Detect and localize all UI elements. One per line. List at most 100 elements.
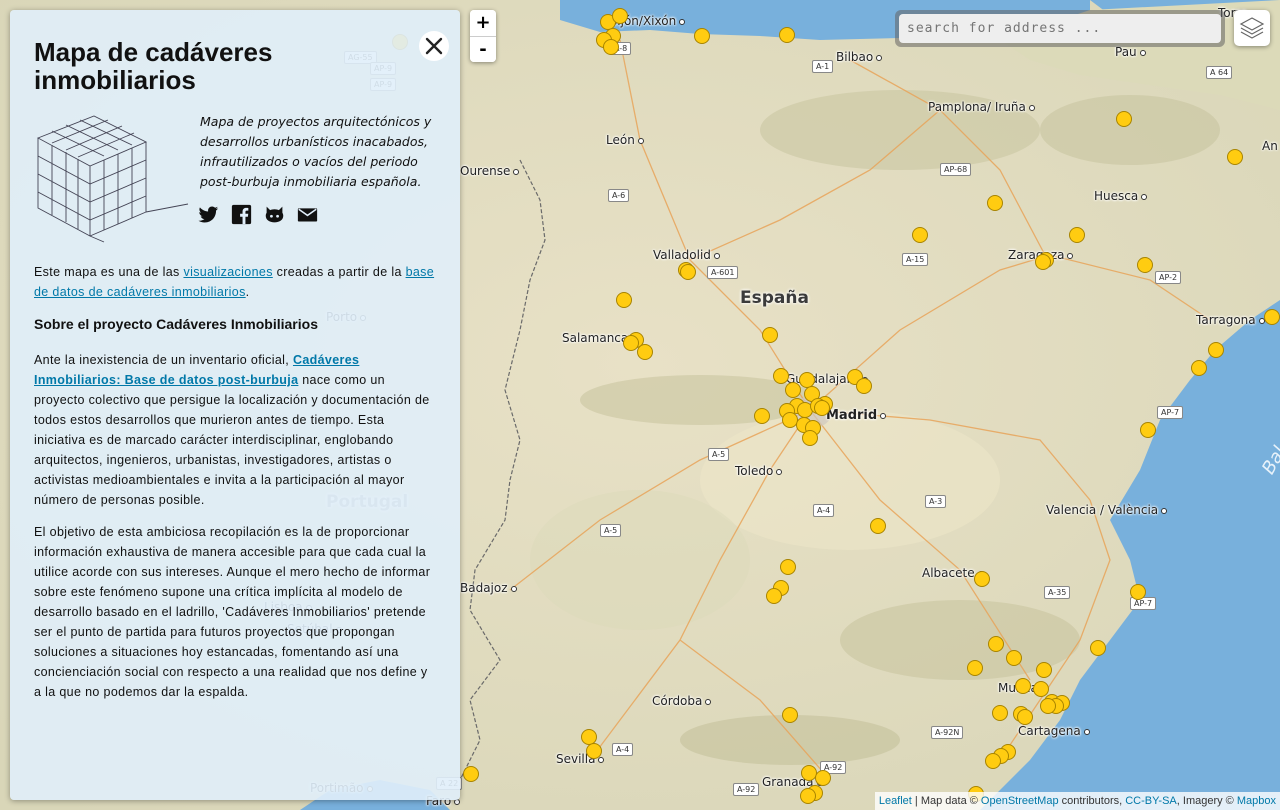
location-marker[interactable] — [1006, 650, 1022, 666]
layers-icon — [1239, 17, 1265, 39]
map-description: Mapa de proyectos arquitectónicos y desa… — [200, 114, 432, 189]
location-marker[interactable] — [1036, 662, 1052, 678]
layers-button[interactable] — [1234, 10, 1270, 46]
road-shield: A-1 — [812, 60, 834, 73]
location-marker[interactable] — [1090, 640, 1106, 656]
location-marker[interactable] — [762, 327, 778, 343]
location-marker[interactable] — [603, 39, 619, 55]
road-shield: A-3 — [925, 495, 947, 508]
location-marker[interactable] — [1040, 698, 1056, 714]
attribution-text: , Imagery © — [1176, 795, 1237, 807]
location-marker[interactable] — [637, 344, 653, 360]
mapbox-link[interactable]: Mapbox — [1237, 795, 1276, 807]
city-label: Pau — [1115, 45, 1146, 59]
location-marker[interactable] — [1137, 257, 1153, 273]
location-marker[interactable] — [680, 264, 696, 280]
search-input[interactable] — [899, 14, 1221, 43]
road-shield: A-5 — [708, 448, 730, 461]
location-marker[interactable] — [1191, 360, 1207, 376]
location-marker[interactable] — [1035, 254, 1051, 270]
sidebar-body: Este mapa es una de las visualizaciones … — [34, 262, 436, 702]
leaflet-link[interactable]: Leaflet — [879, 795, 912, 807]
road-shield: A-15 — [902, 253, 929, 266]
city-label: Cartagena — [1018, 724, 1090, 738]
location-marker[interactable] — [773, 368, 789, 384]
location-marker[interactable] — [988, 636, 1004, 652]
twitter-icon[interactable] — [198, 204, 219, 225]
location-marker[interactable] — [616, 292, 632, 308]
location-marker[interactable] — [974, 571, 990, 587]
page-title: Mapa de cadáveres inmobiliarios — [34, 37, 273, 95]
road-shield: A-4 — [612, 743, 634, 756]
location-marker[interactable] — [992, 705, 1008, 721]
location-marker[interactable] — [800, 788, 816, 804]
location-marker[interactable] — [987, 195, 1003, 211]
location-marker[interactable] — [785, 382, 801, 398]
intro-block: Mapa de proyectos arquitectónicos y desa… — [34, 112, 436, 262]
road-shield: AP-2 — [1155, 271, 1182, 284]
road-shield: A-92 — [733, 783, 760, 796]
city-label: Madrid — [826, 408, 887, 423]
city-label: Badajoz — [460, 581, 517, 595]
location-marker[interactable] — [856, 378, 872, 394]
text: nace como un proyecto colectivo que pers… — [34, 373, 430, 507]
location-marker[interactable] — [870, 518, 886, 534]
city-label: Bilbao — [836, 50, 883, 64]
location-marker[interactable] — [766, 588, 782, 604]
city-label: Pamplona/ Iruña — [928, 100, 1035, 114]
location-marker[interactable] — [1227, 149, 1243, 165]
location-marker[interactable] — [463, 766, 479, 782]
location-marker[interactable] — [1017, 709, 1033, 725]
city-label: An — [1262, 139, 1278, 153]
osm-link[interactable]: OpenStreetMap — [981, 795, 1059, 807]
location-marker[interactable] — [1140, 422, 1156, 438]
zoom-in-button[interactable]: + — [470, 10, 496, 36]
building-skeleton-icon — [36, 115, 189, 243]
road-shield: AP-68 — [940, 163, 972, 176]
city-label: Córdoba — [652, 694, 712, 708]
visualizations-link[interactable]: visualizaciones — [183, 265, 272, 279]
location-marker[interactable] — [1130, 584, 1146, 600]
location-marker[interactable] — [814, 400, 830, 416]
road-shield: A-601 — [707, 266, 739, 279]
license-link[interactable]: CC-BY-SA — [1125, 795, 1177, 807]
mail-icon[interactable] — [297, 204, 318, 225]
location-marker[interactable] — [780, 559, 796, 575]
location-marker[interactable] — [1069, 227, 1085, 243]
social-links — [198, 204, 318, 225]
location-marker[interactable] — [779, 27, 795, 43]
location-marker[interactable] — [1208, 342, 1224, 358]
location-marker[interactable] — [912, 227, 928, 243]
city-label: León — [606, 133, 644, 147]
intro-paragraph: Este mapa es una de las visualizaciones … — [34, 262, 436, 302]
location-marker[interactable] — [802, 430, 818, 446]
zoom-control: + - — [470, 10, 496, 62]
location-marker[interactable] — [586, 743, 602, 759]
location-marker[interactable] — [1116, 111, 1132, 127]
city-label: Valencia / València — [1046, 503, 1168, 517]
facebook-icon[interactable] — [231, 204, 252, 225]
close-sidebar-button[interactable] — [419, 31, 449, 61]
location-marker[interactable] — [1015, 678, 1031, 694]
location-marker[interactable] — [815, 770, 831, 786]
location-marker[interactable] — [694, 28, 710, 44]
road-shield: A-35 — [1044, 586, 1071, 599]
city-label: Toledo — [735, 464, 783, 478]
location-marker[interactable] — [782, 707, 798, 723]
zoom-out-button[interactable]: - — [470, 36, 496, 62]
about-paragraph-2: El objetivo de esta ambiciosa recopilaci… — [34, 525, 431, 699]
road-shield: A-92N — [931, 726, 964, 739]
text: creadas a partir de la — [272, 265, 406, 279]
location-marker[interactable] — [1264, 309, 1280, 325]
location-marker[interactable] — [985, 753, 1001, 769]
location-marker[interactable] — [612, 8, 628, 24]
road-shield: AP-7 — [1157, 406, 1184, 419]
location-marker[interactable] — [967, 660, 983, 676]
city-label: Huesca — [1094, 189, 1148, 203]
sidebar-panel: Mapa de cadáveres inmobiliarios Mapa de … — [10, 10, 460, 800]
country-label: España — [740, 288, 809, 308]
github-icon[interactable] — [264, 204, 285, 225]
city-label: Tarragona — [1196, 313, 1265, 327]
location-marker[interactable] — [754, 408, 770, 424]
attribution-text: contributors, — [1058, 795, 1126, 807]
